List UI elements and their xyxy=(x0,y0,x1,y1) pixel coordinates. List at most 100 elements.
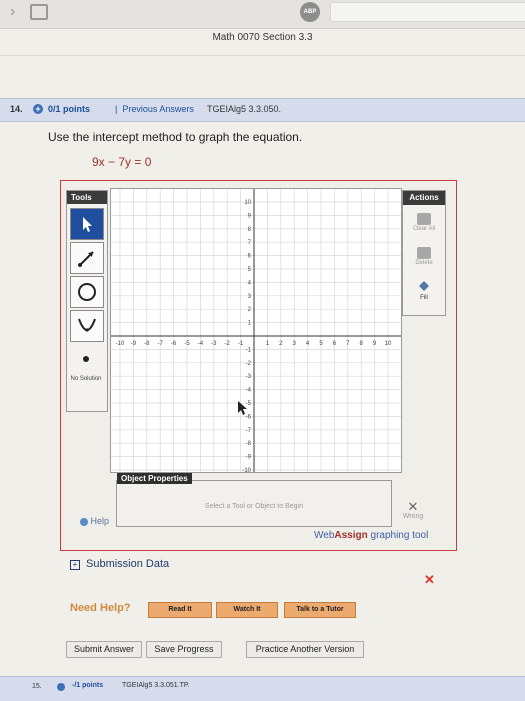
webassign-brand: WebAssign graphing tool xyxy=(314,530,428,541)
x-tick-label: 9 xyxy=(373,341,377,347)
result-indicator: ✕ Wrong xyxy=(398,500,428,520)
delete-button[interactable]: Delete xyxy=(407,247,441,266)
y-tick-label: -10 xyxy=(242,468,251,472)
object-properties-panel: Object Properties Select a Tool or Objec… xyxy=(116,473,392,527)
y-tick-label: -3 xyxy=(246,374,252,380)
clear-all-label: Clear All xyxy=(412,226,436,232)
actions-title: Actions xyxy=(403,191,445,205)
wrong-icon: ✕ xyxy=(407,499,419,514)
parabola-icon xyxy=(78,318,96,332)
previous-answers-link[interactable]: | Previous Answers xyxy=(115,104,194,114)
tools-panel: Tools No Solution xyxy=(66,190,108,412)
parabola-tool-button[interactable] xyxy=(70,310,104,342)
x-tick-label: -1 xyxy=(238,341,244,347)
x-tick-label: -10 xyxy=(116,341,125,347)
y-tick-label: -6 xyxy=(246,414,252,420)
x-tick-label: 8 xyxy=(360,341,364,347)
y-tick-label: 2 xyxy=(248,307,252,313)
wrong-label: Wrong xyxy=(402,513,424,520)
fill-bucket-icon xyxy=(419,281,429,291)
brand-suffix: graphing tool xyxy=(367,530,429,541)
browser-toolbar: › ABP xyxy=(0,0,525,29)
submit-answer-button[interactable]: Submit Answer xyxy=(66,641,142,658)
y-tick-label: -5 xyxy=(246,401,252,407)
separator: | xyxy=(115,104,118,114)
divider xyxy=(0,55,525,56)
y-tick-label: -4 xyxy=(246,388,252,394)
y-tick-label: -7 xyxy=(246,428,252,434)
pointer-tool-button[interactable] xyxy=(70,208,104,240)
chevron-left-icon[interactable]: › xyxy=(10,3,15,21)
question-points: 0/1 points xyxy=(48,104,91,114)
page-title: Math 0070 Section 3.3 xyxy=(212,32,313,43)
y-tick-label: -2 xyxy=(246,361,252,367)
y-tick-label: 9 xyxy=(248,213,252,219)
question-number: 14. xyxy=(10,104,23,114)
circle-tool-button[interactable] xyxy=(70,276,104,308)
talk-to-tutor-button[interactable]: Talk to a Tutor xyxy=(284,602,356,618)
question-header: 14. + 0/1 points | Previous Answers TGEI… xyxy=(0,98,525,122)
actions-panel: Actions Clear All Delete Fill xyxy=(402,190,446,316)
x-tick-label: 4 xyxy=(306,341,310,347)
line-tool-button[interactable] xyxy=(70,242,104,274)
delete-label: Delete xyxy=(415,260,433,266)
address-bar[interactable] xyxy=(330,2,525,22)
x-tick-label: 5 xyxy=(319,341,323,347)
submission-data-label: Submission Data xyxy=(86,558,170,570)
brand-assign: Assign xyxy=(334,530,368,541)
practice-another-version-button[interactable]: Practice Another Version xyxy=(246,641,364,658)
fill-button[interactable]: Fill xyxy=(407,279,441,301)
help-button[interactable]: Help xyxy=(80,516,109,526)
y-tick-label: 6 xyxy=(248,254,252,260)
y-tick-label: 8 xyxy=(248,227,252,233)
x-tick-label: 3 xyxy=(293,341,297,347)
read-it-button[interactable]: Read It xyxy=(148,602,212,618)
save-progress-button[interactable]: Save Progress xyxy=(146,641,222,658)
y-tick-label: 10 xyxy=(244,200,251,206)
y-tick-label: 5 xyxy=(248,267,252,273)
x-tick-label: -3 xyxy=(211,341,217,347)
x-tick-label: 6 xyxy=(333,341,337,347)
x-tick-label: -6 xyxy=(171,341,177,347)
next-question-number: 15. xyxy=(32,683,42,690)
x-tick-label: -7 xyxy=(158,341,164,347)
no-solution-button[interactable]: No Solution xyxy=(70,376,102,382)
y-tick-label: -9 xyxy=(246,455,252,461)
x-tick-label: -2 xyxy=(225,341,231,347)
y-tick-label: -8 xyxy=(246,441,252,447)
coordinate-plane[interactable]: -10 -9 -8 -7 -6 -5 -4 -3 -2 -1 1 2 3 4 5 6 7 8 9 10 10 9 8 7 6 5 4… xyxy=(111,189,401,472)
y-tick-label: 3 xyxy=(248,294,252,300)
y-tick-label: 4 xyxy=(248,280,252,286)
brand-web: Web xyxy=(314,530,335,541)
question-instruction: Use the intercept method to graph the eq… xyxy=(48,130,303,144)
plus-icon[interactable]: + xyxy=(33,104,43,114)
fill-label: Fill xyxy=(420,295,428,301)
x-tick-label: -5 xyxy=(184,341,190,347)
y-tick-label: -1 xyxy=(246,347,252,353)
x-tick-label: 10 xyxy=(385,341,392,347)
object-properties-title: Object Properties xyxy=(117,473,192,484)
next-question-code: TGEIAlg5 3.3.051.TP. xyxy=(122,682,190,689)
x-tick-label: -4 xyxy=(198,341,204,347)
previous-answers-label: Previous Answers xyxy=(122,104,194,114)
tools-title: Tools xyxy=(67,191,107,204)
watch-it-button[interactable]: Watch It xyxy=(216,602,278,618)
clear-all-button[interactable]: Clear All xyxy=(407,213,441,232)
next-question-points: -/1 points xyxy=(72,682,104,689)
point-tool-button[interactable] xyxy=(70,344,102,374)
x-tick-label: -9 xyxy=(131,341,137,347)
help-label: Help xyxy=(90,516,110,526)
tab-overview-icon[interactable] xyxy=(30,4,48,20)
adblock-icon[interactable]: ABP xyxy=(300,2,320,22)
question-code: TGEIAlg5 3.3.050. xyxy=(207,104,282,114)
x-tick-label: -8 xyxy=(144,341,150,347)
graph-canvas[interactable]: -10 -9 -8 -7 -6 -5 -4 -3 -2 -1 1 2 3 4 5 6 7 8 9 10 10 9 8 7 6 5 4… xyxy=(110,188,402,473)
pointer-icon xyxy=(83,217,92,232)
incorrect-icon: ✕ xyxy=(424,572,435,587)
need-help-label: Need Help? xyxy=(70,602,131,614)
submission-data-toggle[interactable]: + Submission Data xyxy=(70,558,169,570)
help-icon xyxy=(80,517,88,526)
x-tick-label: 1 xyxy=(266,341,270,347)
expand-icon: + xyxy=(70,560,80,570)
plus-icon[interactable] xyxy=(57,683,65,691)
